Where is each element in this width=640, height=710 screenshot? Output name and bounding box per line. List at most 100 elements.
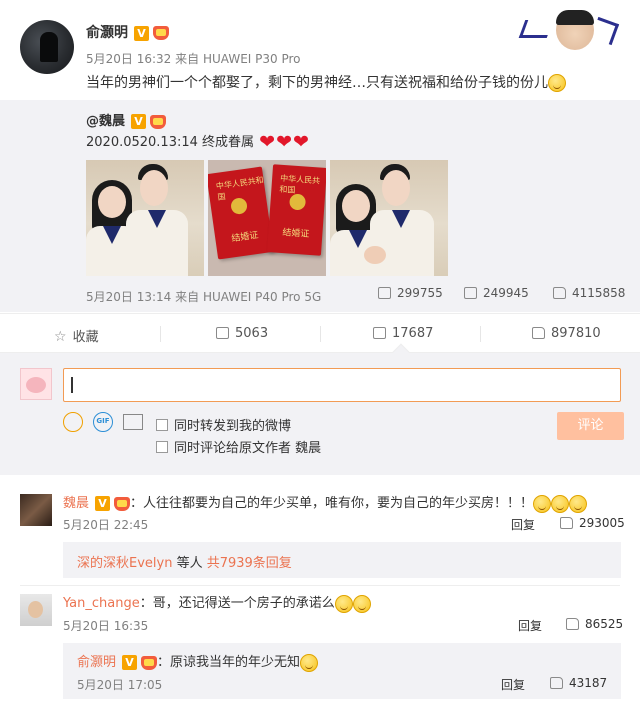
sub-reply-time: 5月20日 17:05 <box>77 678 163 692</box>
comment-text: ：人往往都要为自己的年少买单，唯有你，要为自己的年少买房！！！ <box>130 496 534 511</box>
certificate-label: 结婚证 <box>282 228 310 240</box>
banner-hair <box>556 10 594 25</box>
divider <box>480 326 481 342</box>
smirk-emoji-icon <box>569 494 588 513</box>
divider <box>20 585 620 586</box>
cartoon-face-icon <box>26 377 46 393</box>
like-count: 897810 <box>551 326 601 341</box>
repost-like-value: 4115858 <box>572 286 626 300</box>
repost-source-prefix: 来自 <box>175 290 200 304</box>
repost-meta: 5月20日 13:14 来自 HUAWEI P40 Pro 5G <box>86 288 321 305</box>
sub-reply-button[interactable]: 回复 <box>501 676 525 693</box>
repost-to-weibo-checkbox[interactable]: 同时转发到我的微博 <box>156 415 291 434</box>
heart-emoji-icon: ❤ <box>293 131 309 153</box>
author-avatar[interactable] <box>20 20 74 74</box>
sub-reply-name[interactable]: 俞灏明 <box>77 655 116 670</box>
vip-crown-icon <box>141 655 158 670</box>
repost-forward-count[interactable]: 299755 <box>378 286 443 300</box>
comment-body: Yan_change：哥，还记得送一个房子的承诺么 <box>63 592 371 613</box>
comment-time: 5月20日 16:35 <box>63 619 149 633</box>
national-emblem-icon <box>229 197 249 216</box>
checkbox-box[interactable] <box>156 419 168 431</box>
comment-like-button[interactable]: 293005 <box>560 516 625 530</box>
my-avatar[interactable] <box>20 368 52 400</box>
post-time[interactable]: 5月20日 16:32 <box>86 52 171 66</box>
image-upload-icon[interactable] <box>123 414 143 430</box>
comment-count: 17687 <box>392 326 434 341</box>
comment-to-author-checkbox[interactable]: 同时评论给原文作者 魏晨 <box>156 437 321 456</box>
checkbox-label: 同时评论给原文作者 魏晨 <box>174 441 322 456</box>
vip-crown-icon <box>150 114 167 129</box>
favorite-button[interactable]: ☆ 收藏 <box>54 326 99 345</box>
repost-photo-1[interactable] <box>86 160 204 276</box>
star-icon: ☆ <box>54 329 67 345</box>
comment-button[interactable]: 17687 <box>373 326 433 341</box>
gif-icon[interactable]: GIF <box>93 412 113 432</box>
replies-user[interactable]: 深的深秋Evelyn <box>77 556 172 571</box>
sub-reply-like-button[interactable]: 43187 <box>550 676 607 690</box>
girl-face <box>342 190 370 222</box>
verified-badge: V <box>95 496 111 511</box>
post-meta: 5月20日 16:32 来自 HUAWEI P30 Pro <box>86 50 301 67</box>
like-button[interactable]: 897810 <box>532 326 601 341</box>
sub-reply-text: ：原谅我当年的年少无知 <box>157 655 301 670</box>
replies-mid: 等人 <box>172 556 207 571</box>
comment-icon <box>464 287 477 299</box>
checkbox-box[interactable] <box>156 441 168 453</box>
boy-vneck <box>392 210 410 228</box>
repost-author[interactable]: @魏晨 V <box>86 110 167 129</box>
repost-device[interactable]: HUAWEI P40 Pro 5G <box>203 290 321 304</box>
repost-time[interactable]: 5月20日 13:14 <box>86 290 171 304</box>
action-bar: ☆ 收藏 5063 17687 897810 <box>0 313 640 353</box>
replies-link[interactable]: 共7939条回复 <box>207 556 292 571</box>
commenter-name[interactable]: 魏晨 <box>63 496 89 511</box>
repost-text: 2020.0520.13:14 终成眷属 ❤❤❤ <box>86 131 309 153</box>
certificate-label: 结婚证 <box>230 230 260 245</box>
grin-emoji-icon <box>334 594 353 613</box>
comment-icon <box>373 327 386 339</box>
submit-comment-button[interactable]: 评论 <box>557 412 624 440</box>
comment-like-button[interactable]: 86525 <box>566 617 623 631</box>
post-device[interactable]: HUAWEI P30 Pro <box>203 52 301 66</box>
verified-badge: V <box>134 25 149 41</box>
post-author-name[interactable]: 俞灏明 <box>86 25 128 41</box>
compose-tools: GIF <box>63 412 143 432</box>
certificate-right: 中华人民共和国 结婚证 <box>266 164 326 256</box>
decor-stroke-left <box>518 20 554 38</box>
girl-face <box>98 186 126 218</box>
smirk-emoji-icon <box>551 494 570 513</box>
smirk-emoji-icon <box>533 494 552 513</box>
forward-button[interactable]: 5063 <box>216 326 268 341</box>
commenter-name[interactable]: Yan_change <box>63 596 140 611</box>
repost-photo-2[interactable]: 中华人民共和国 结婚证 中华人民共和国 结婚证 <box>208 160 326 276</box>
reply-button[interactable]: 回复 <box>511 516 535 533</box>
vip-crown-icon <box>153 26 169 40</box>
heart-emoji-icon: ❤ <box>259 131 276 153</box>
thumbs-up-icon <box>560 517 573 529</box>
repost-photo-3[interactable] <box>330 160 448 276</box>
certificate-left: 中华人民共和国 结婚证 <box>208 166 274 260</box>
post-author[interactable]: 俞灏明 V <box>86 22 169 42</box>
comment-input[interactable] <box>63 368 621 402</box>
comment-like-count: 293005 <box>579 516 625 530</box>
repost-like-count[interactable]: 4115858 <box>553 286 625 300</box>
emoji-picker-icon[interactable] <box>63 412 83 432</box>
repost-author-name[interactable]: @魏晨 <box>86 114 125 129</box>
profile-banner-avatar[interactable] <box>516 10 620 54</box>
comment-like-count: 86525 <box>585 617 624 631</box>
boy-vneck <box>148 210 166 228</box>
heart-emoji-icon: ❤ <box>276 131 293 153</box>
replies-summary[interactable]: 深的深秋Evelyn 等人 共7939条回复 <box>63 542 621 578</box>
repost-comment-count[interactable]: 249945 <box>464 286 529 300</box>
girl-vneck <box>349 230 367 248</box>
reply-button[interactable]: 回复 <box>518 617 542 634</box>
thumbs-up-icon <box>532 327 545 339</box>
repost-text-content: 2020.0520.13:14 终成眷属 <box>86 135 255 150</box>
sub-reply: 俞灏明 V ：原谅我当年的年少无知 5月20日 17:05 回复 43187 <box>63 643 621 699</box>
commenter-avatar[interactable] <box>20 494 52 526</box>
thumbs-up-icon <box>550 677 563 689</box>
repost-forward-value: 299755 <box>397 286 443 300</box>
post-source-prefix: 来自 <box>175 52 200 66</box>
commenter-avatar[interactable] <box>20 594 52 626</box>
replies-summary-text: 深的深秋Evelyn 等人 共7939条回复 <box>77 552 292 571</box>
